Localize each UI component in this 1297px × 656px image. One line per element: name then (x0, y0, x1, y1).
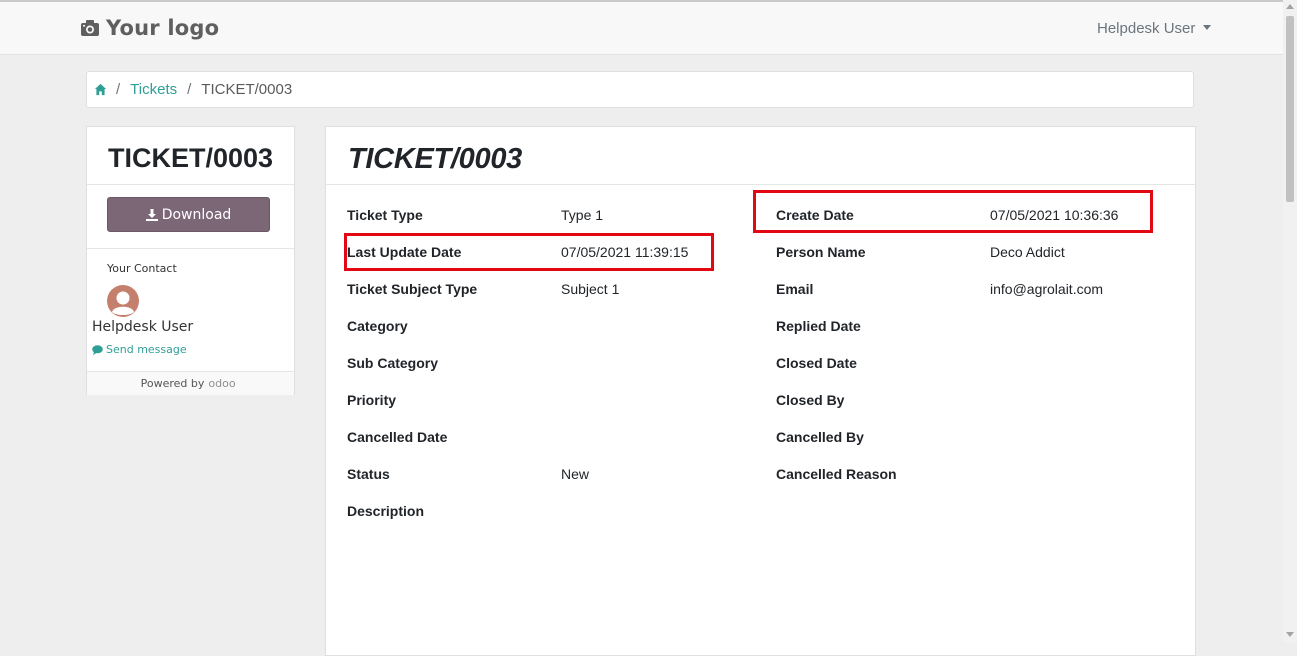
field-value-status: New (561, 466, 590, 482)
field-label-ticket-subject-type: Ticket Subject Type (347, 281, 478, 297)
comment-icon (92, 344, 103, 355)
ticket-sidebar-card: TICKET/0003 Download Your Contact Helpde… (86, 126, 295, 395)
field-label-cancelled-reason: Cancelled Reason (776, 466, 897, 482)
highlight-box-create-date (753, 190, 1153, 233)
field-label-replied-date: Replied Date (776, 318, 861, 334)
svg-text:odoo: odoo (209, 378, 236, 389)
breadcrumb-current: TICKET/0003 (201, 81, 293, 98)
user-menu-dropdown[interactable]: Helpdesk User (1097, 20, 1212, 37)
contact-avatar-icon (107, 285, 139, 317)
caret-down-icon (1203, 25, 1212, 30)
field-label-priority: Priority (347, 392, 397, 408)
scrollbar-thumb[interactable] (1286, 16, 1294, 202)
field-value-person-name: Deco Addict (990, 244, 1065, 260)
download-button-label: Download (161, 206, 232, 223)
user-menu-label: Helpdesk User (1097, 20, 1196, 37)
divider (87, 248, 294, 249)
download-icon (145, 208, 158, 221)
field-label-ticket-type: Ticket Type (347, 207, 423, 223)
sidebar-ticket-title: TICKET/0003 (107, 143, 274, 173)
contact-heading: Your Contact (107, 262, 177, 275)
field-label-email: Email (776, 281, 814, 297)
scroll-up-arrow-icon[interactable] (1286, 4, 1294, 9)
field-label-category: Category (347, 318, 408, 334)
field-label-sub-category: Sub Category (347, 355, 439, 371)
highlight-box-last-update-date (344, 233, 714, 271)
home-icon[interactable] (94, 83, 107, 96)
field-value-ticket-type: Type 1 (561, 207, 604, 223)
contact-name: Helpdesk User (92, 319, 194, 335)
send-message-link[interactable]: Send message (92, 343, 187, 356)
field-label-person-name: Person Name (776, 244, 866, 260)
field-label-closed-date: Closed Date (776, 355, 857, 371)
field-label-status: Status (347, 466, 390, 482)
field-label-cancelled-by: Cancelled By (776, 429, 864, 445)
breadcrumb-tickets-link[interactable]: Tickets (130, 81, 177, 98)
top-navbar: Your logo Helpdesk User (0, 2, 1283, 55)
divider (326, 184, 1195, 185)
powered-by-label: Powered by (140, 377, 205, 390)
ticket-title: TICKET/0003 (348, 143, 522, 175)
send-message-label: Send message (106, 343, 187, 356)
field-value-email: info@agrolait.com (990, 281, 1104, 297)
breadcrumb-separator: / (116, 81, 121, 98)
breadcrumb-separator: / (187, 81, 192, 98)
breadcrumb: / Tickets / TICKET/0003 (86, 71, 1194, 108)
odoo-logo[interactable]: odoo (208, 378, 240, 389)
powered-by-footer: Powered by odoo (87, 371, 294, 395)
scroll-down-arrow-icon[interactable] (1286, 632, 1294, 637)
logo-text: Your logo (106, 16, 220, 40)
download-button[interactable]: Download (107, 197, 270, 232)
field-label-closed-by: Closed By (776, 392, 845, 408)
field-label-description: Description (347, 503, 425, 519)
brand-logo[interactable]: Your logo (80, 16, 219, 40)
divider (87, 184, 294, 185)
camera-icon (81, 20, 99, 36)
field-value-ticket-subject-type: Subject 1 (561, 281, 620, 297)
field-label-cancelled-date: Cancelled Date (347, 429, 448, 445)
